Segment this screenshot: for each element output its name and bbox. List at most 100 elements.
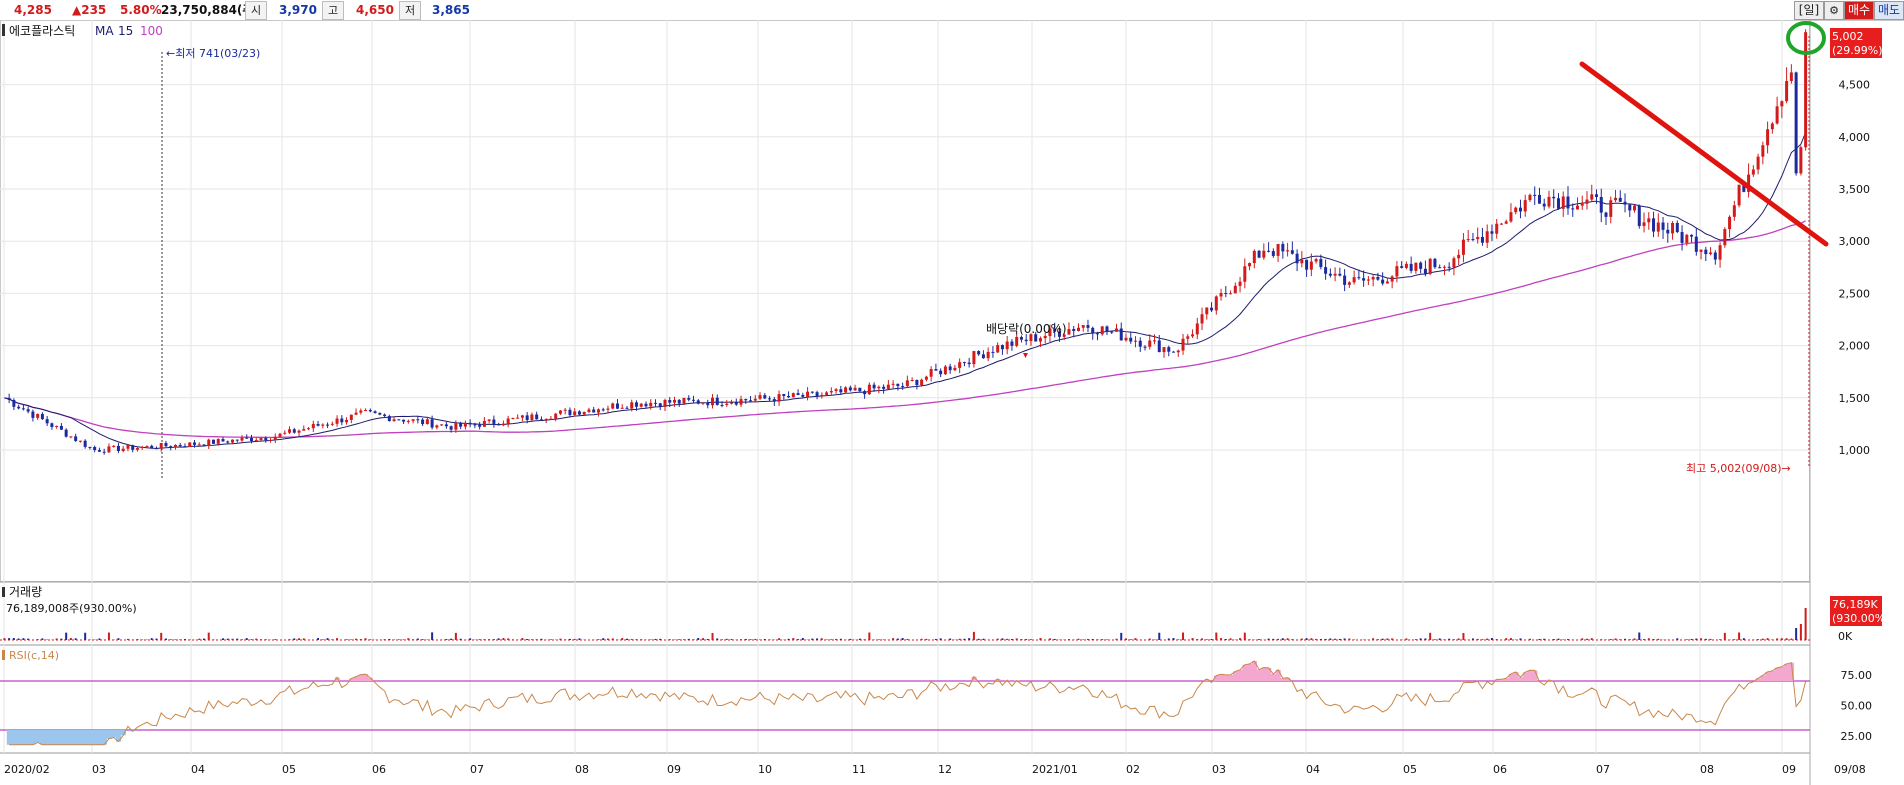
rsi-overbought	[1779, 666, 1785, 681]
current-price: 4,285	[14, 3, 52, 17]
volume-bar	[602, 638, 605, 640]
volume-bar	[402, 639, 405, 640]
candle-body	[1276, 243, 1280, 256]
volume-bar	[1348, 638, 1351, 640]
candle-body	[858, 387, 862, 392]
volume-bar	[207, 632, 210, 640]
volume-bar	[1566, 639, 1569, 640]
volume-bar	[317, 638, 320, 640]
candle-body	[1395, 266, 1399, 277]
candle-body	[777, 394, 781, 402]
volume-bar	[36, 639, 39, 640]
price-tick-label: 1,500	[1839, 392, 1871, 405]
volume-bar	[621, 638, 624, 640]
buy-button[interactable]: 매수	[1844, 1, 1874, 20]
price-tick-label: 1,000	[1839, 444, 1871, 457]
volume-bar	[706, 638, 709, 640]
candle-body	[321, 424, 325, 426]
volume-bar	[502, 638, 505, 640]
volume-bar	[302, 638, 305, 640]
candle-body	[1775, 106, 1779, 124]
volume-bar	[835, 638, 838, 640]
candle-body	[454, 423, 458, 430]
volume-bar	[1676, 638, 1679, 640]
candle-body	[991, 351, 995, 353]
ma-label: MA	[95, 24, 114, 38]
volume-bar	[17, 638, 20, 640]
volume-bar	[469, 638, 472, 640]
volume-bar	[188, 639, 191, 640]
candle-body	[197, 444, 201, 446]
volume-bar	[326, 638, 329, 640]
price-tick-label: 3,000	[1839, 235, 1871, 248]
candle-body	[1694, 236, 1698, 252]
candle-body	[1704, 249, 1708, 255]
candle-body	[886, 384, 890, 389]
volume-bar	[1490, 638, 1493, 640]
volume-bar	[107, 632, 110, 640]
period-button[interactable]: [일]	[1794, 1, 1824, 20]
candle-body	[630, 402, 634, 409]
volume-bar	[1129, 639, 1132, 640]
volume-bar	[963, 638, 966, 640]
volume-bar	[1329, 638, 1332, 640]
candle-body	[1737, 184, 1741, 206]
volume-bar	[1614, 638, 1617, 640]
volume-bar	[1319, 638, 1322, 640]
volume-bar	[1528, 638, 1531, 640]
volume-bar	[1600, 639, 1603, 640]
volume-bar	[1191, 638, 1194, 640]
candle-body	[1499, 223, 1503, 225]
candle-body	[183, 446, 187, 448]
volume-bar	[1462, 632, 1465, 640]
volume-bar	[649, 639, 652, 640]
candle-body	[920, 379, 924, 385]
gear-icon[interactable]: ⚙	[1824, 1, 1844, 20]
volume-bar	[559, 638, 562, 640]
volume-bar	[1338, 638, 1341, 640]
volume-bar	[431, 632, 434, 640]
candle-body	[1252, 250, 1256, 264]
volume-bar	[1690, 638, 1693, 640]
candle-body	[1148, 340, 1152, 347]
volume-bar	[754, 638, 757, 640]
volume-bar	[1153, 639, 1156, 640]
candle-body	[1243, 266, 1247, 282]
candle-body	[1305, 259, 1309, 270]
candle-body	[1709, 252, 1713, 255]
candle-body	[102, 451, 106, 453]
volume-bar	[1757, 639, 1760, 640]
volume-bar	[274, 639, 277, 640]
candle-body	[1661, 222, 1665, 230]
candle-body	[207, 439, 211, 446]
candle-body	[796, 393, 800, 396]
candle-body	[1005, 341, 1009, 350]
volume-bar	[730, 639, 733, 640]
candle-body	[1471, 239, 1475, 241]
candle-body	[1433, 258, 1437, 268]
candle-body	[1614, 197, 1618, 201]
volume-bar	[450, 638, 453, 640]
volume-bar	[1039, 638, 1042, 640]
candle-body	[1571, 208, 1575, 210]
volume-bar	[901, 638, 904, 640]
sell-button[interactable]: 매도	[1874, 1, 1904, 20]
volume-bar	[183, 639, 186, 640]
volume-bar	[673, 639, 676, 640]
rsi-axis: 25.00 50.00 75.00	[1841, 669, 1873, 743]
candle-body	[601, 409, 605, 411]
candle-body	[649, 402, 653, 407]
candle-body	[1590, 194, 1594, 200]
candle-body	[720, 404, 724, 406]
volume-bar	[825, 639, 828, 640]
candle-body	[1675, 223, 1679, 233]
candle-body	[354, 412, 358, 415]
candle-body	[178, 444, 182, 447]
candle-body	[83, 440, 87, 447]
volume-bar	[1305, 638, 1308, 640]
volume-bar	[1048, 638, 1051, 640]
candle-body	[440, 424, 444, 426]
volume-bar	[255, 638, 258, 640]
candle-body	[45, 419, 49, 424]
candle-body	[1690, 234, 1694, 237]
